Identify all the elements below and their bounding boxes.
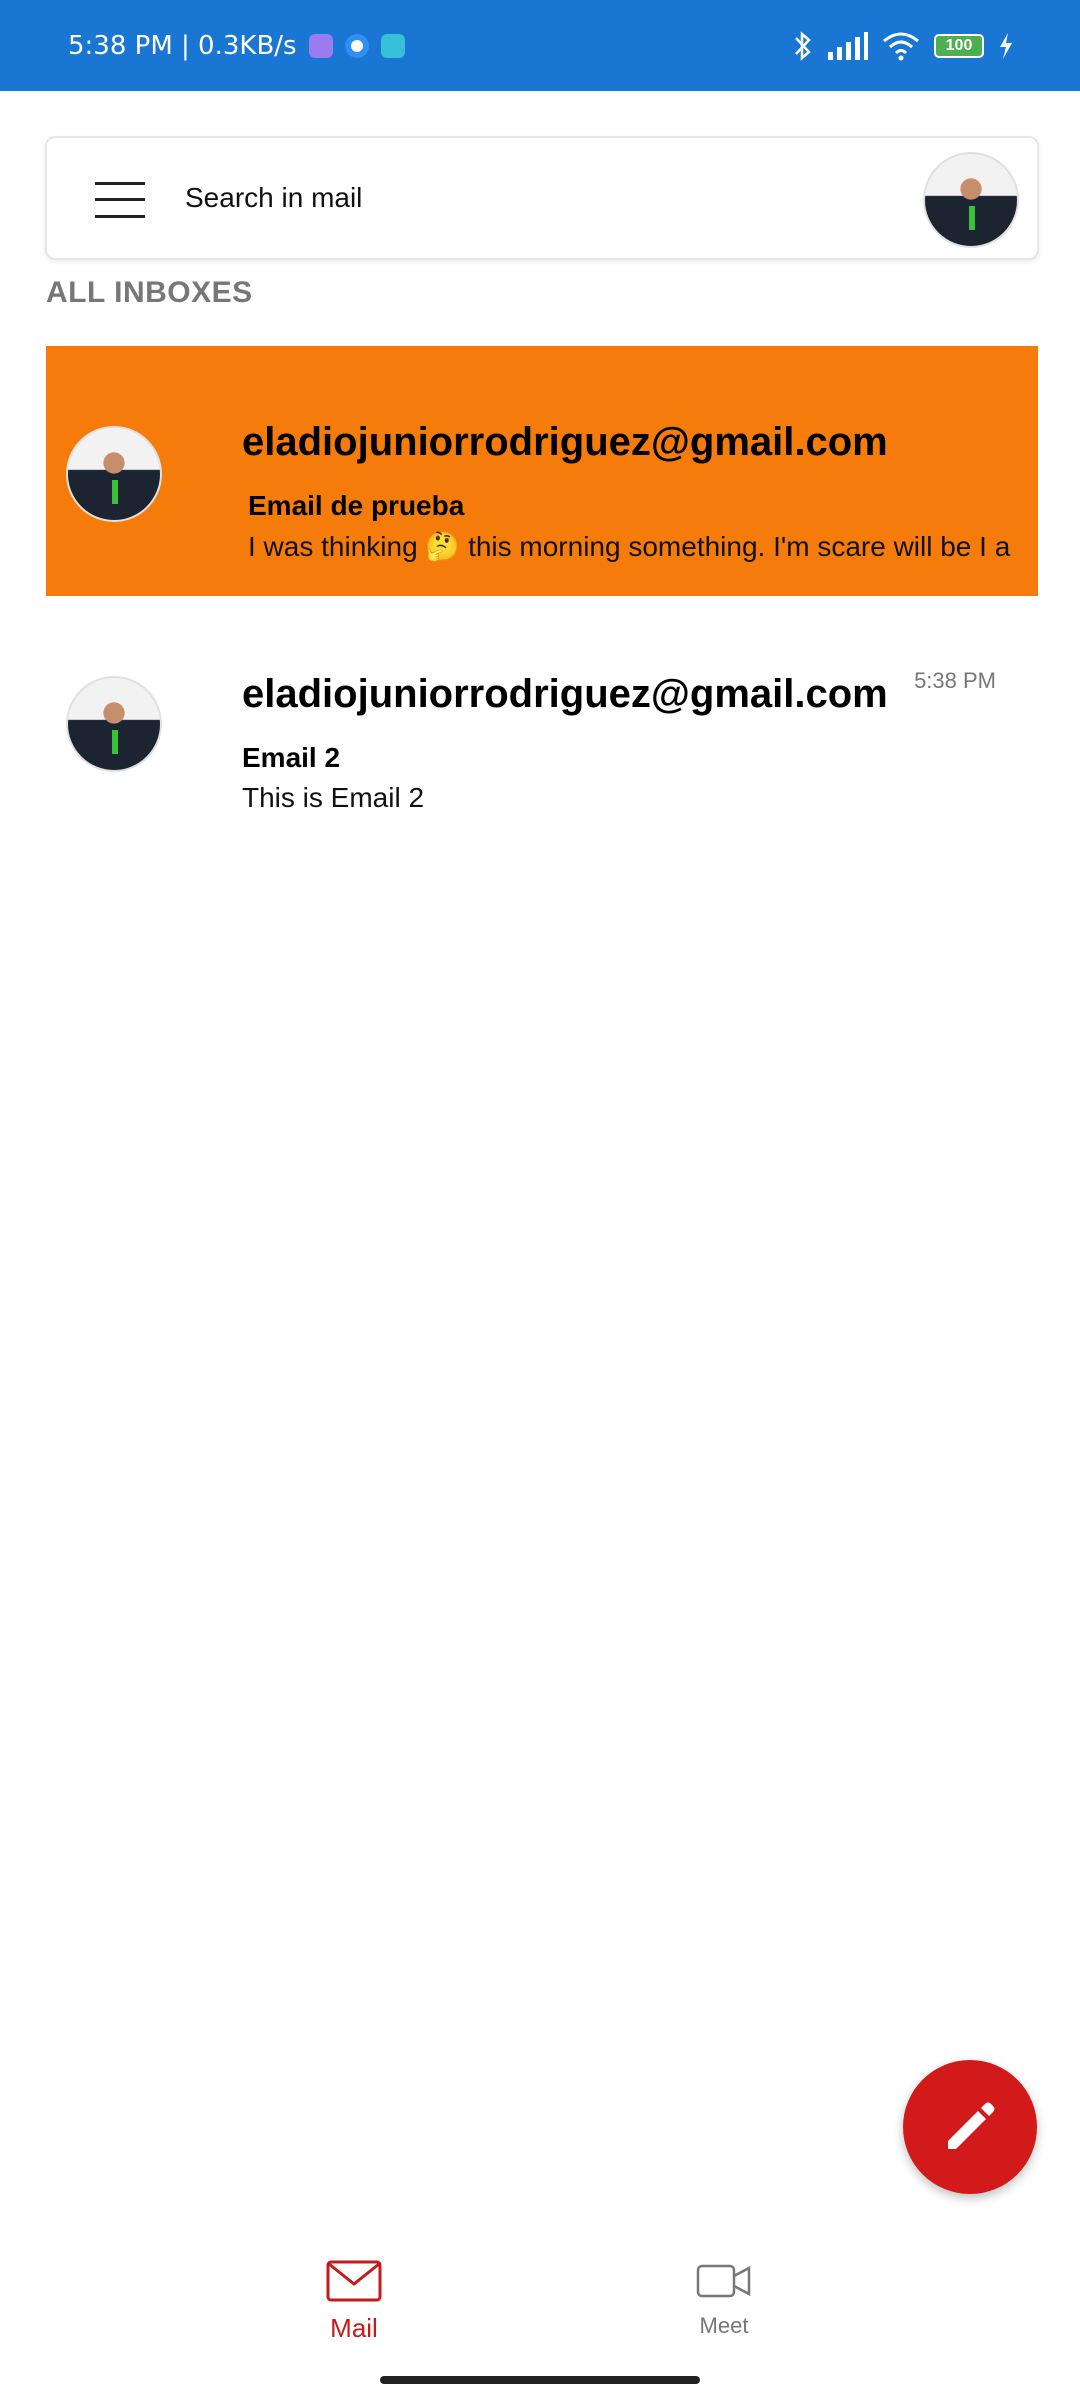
mail-time: 5:38 PM <box>914 668 996 693</box>
mail-app-screen: 5:38 PM | 0.3KB/s 100 Search in mail ALL… <box>0 0 1080 2400</box>
search-input[interactable]: Search in mail <box>185 138 362 258</box>
nav-label-meet: Meet <box>699 2313 749 2338</box>
pencil-icon <box>948 2102 995 2149</box>
profile-avatar[interactable] <box>923 152 1019 248</box>
mail-subject: Email de prueba <box>248 490 465 521</box>
compose-button[interactable] <box>903 2060 1037 2194</box>
notification-blue-icon <box>344 33 369 58</box>
battery-icon: 100 <box>934 33 984 58</box>
hamburger-menu-icon[interactable] <box>95 182 145 218</box>
notification-purple-icon <box>308 33 333 58</box>
search-bar[interactable]: Search in mail <box>45 136 1039 260</box>
charging-icon <box>1000 32 1012 59</box>
sender-avatar <box>66 426 162 522</box>
mail-snippet: This is Email 2 <box>242 782 425 813</box>
bluetooth-icon <box>795 30 811 61</box>
status-left: 5:38 PM | 0.3KB/s <box>68 0 405 91</box>
notification-teal-icon <box>380 33 405 58</box>
wifi-icon <box>883 32 919 60</box>
mail-snippet: I was thinking 🤔 this morning something.… <box>248 531 1011 562</box>
sender-avatar <box>66 676 162 772</box>
mail-icon <box>326 2260 382 2302</box>
mail-item-selected[interactable]: eladiojuniorrodriguez@gmail.com Email de… <box>46 346 1038 596</box>
nav-item-mail[interactable]: Mail <box>284 2260 424 2344</box>
signal-icon <box>828 31 868 60</box>
mail-subject: Email 2 <box>242 742 341 773</box>
video-camera-icon <box>696 2264 751 2298</box>
status-bar: 5:38 PM | 0.3KB/s 100 <box>0 0 1080 91</box>
battery-level: 100 <box>945 36 973 54</box>
mail-sender: eladiojuniorrodriguez@gmail.com <box>242 420 888 464</box>
status-time-speed: 5:38 PM | 0.3KB/s <box>68 30 297 61</box>
status-right: 100 <box>792 0 1014 91</box>
home-indicator[interactable] <box>380 2376 700 2384</box>
bottom-navigation: Mail Meet <box>0 2240 1080 2370</box>
nav-label-mail: Mail <box>330 2313 378 2343</box>
section-title: ALL INBOXES <box>46 276 253 309</box>
mail-item[interactable]: eladiojuniorrodriguez@gmail.com Email 2 … <box>46 596 1038 846</box>
mail-sender: eladiojuniorrodriguez@gmail.com <box>242 672 888 716</box>
nav-item-meet[interactable]: Meet <box>654 2260 794 2339</box>
